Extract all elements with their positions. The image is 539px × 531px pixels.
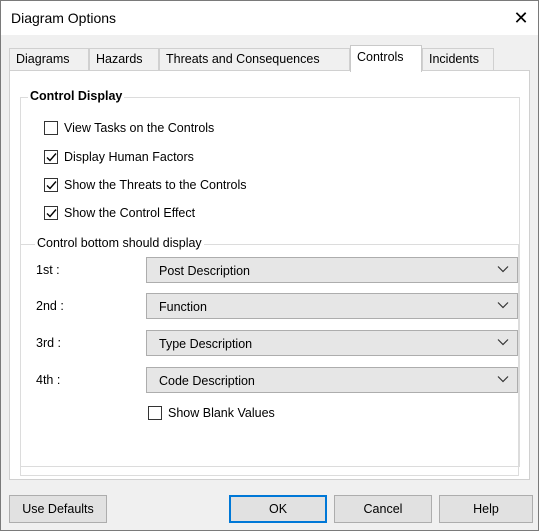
tab-incidents[interactable]: Incidents <box>422 48 494 70</box>
control-display-label: Control Display <box>28 89 125 103</box>
slot-1st-label: 1st : <box>36 263 60 277</box>
ok-button[interactable]: OK <box>229 495 327 523</box>
show-threats-checkbox[interactable] <box>44 178 58 192</box>
show-control-effect-checkbox[interactable] <box>44 206 58 220</box>
slot-4th-label: 4th : <box>36 373 61 387</box>
display-human-factors-checkbox-row[interactable]: Display Human Factors <box>44 148 194 166</box>
tab-strip: Diagrams Hazards Threats and Consequence… <box>9 45 531 72</box>
slot-2nd-select[interactable]: Function <box>146 293 518 319</box>
chevron-down-icon <box>497 266 509 273</box>
chevron-down-icon <box>497 376 509 383</box>
tab-diagrams[interactable]: Diagrams <box>9 48 89 70</box>
view-tasks-checkbox-row[interactable]: View Tasks on the Controls <box>44 119 214 137</box>
control-bottom-label: Control bottom should display <box>35 236 204 250</box>
show-control-effect-checkbox-row[interactable]: Show the Control Effect <box>44 204 195 222</box>
close-icon[interactable]: ✕ <box>508 6 534 30</box>
check-icon <box>46 153 57 162</box>
window-title: Diagram Options <box>11 10 117 26</box>
slot-1st-value: Post Description <box>159 264 251 278</box>
tab-threats-and-consequences[interactable]: Threats and Consequences <box>159 48 350 70</box>
tab-controls[interactable]: Controls <box>350 45 422 72</box>
view-tasks-label: View Tasks on the Controls <box>64 121 215 135</box>
show-control-effect-label: Show the Control Effect <box>64 206 196 220</box>
slot-4th-value: Code Description <box>159 374 255 388</box>
slot-4th-select[interactable]: Code Description <box>146 367 518 393</box>
slot-3rd-label: 3rd : <box>36 336 62 350</box>
show-blank-values-label: Show Blank Values <box>168 406 275 420</box>
controls-tab-panel: Control Display View Tasks on the Contro… <box>9 70 530 480</box>
check-icon <box>46 209 57 218</box>
slot-2nd-label: 2nd : <box>36 299 64 313</box>
help-button[interactable]: Help <box>439 495 533 523</box>
title-bar[interactable]: Diagram Options ✕ <box>1 1 538 35</box>
slot-2nd-value: Function <box>159 300 207 314</box>
chevron-down-icon <box>497 302 509 309</box>
show-blank-values-checkbox[interactable] <box>148 406 162 420</box>
show-blank-values-checkbox-row[interactable]: Show Blank Values <box>148 404 275 422</box>
show-threats-label: Show the Threats to the Controls <box>64 178 247 192</box>
slot-1st-select[interactable]: Post Description <box>146 257 518 283</box>
use-defaults-button[interactable]: Use Defaults <box>9 495 107 523</box>
chevron-down-icon <box>497 339 509 346</box>
display-human-factors-label: Display Human Factors <box>64 150 194 164</box>
show-threats-checkbox-row[interactable]: Show the Threats to the Controls <box>44 176 247 194</box>
view-tasks-checkbox[interactable] <box>44 121 58 135</box>
cancel-button[interactable]: Cancel <box>334 495 432 523</box>
slot-3rd-value: Type Description <box>159 337 253 351</box>
diagram-options-dialog: Diagram Options ✕ Diagrams Hazards Threa… <box>0 0 539 531</box>
display-human-factors-checkbox[interactable] <box>44 150 58 164</box>
tab-hazards[interactable]: Hazards <box>89 48 159 70</box>
check-icon <box>46 181 57 190</box>
slot-3rd-select[interactable]: Type Description <box>146 330 518 356</box>
